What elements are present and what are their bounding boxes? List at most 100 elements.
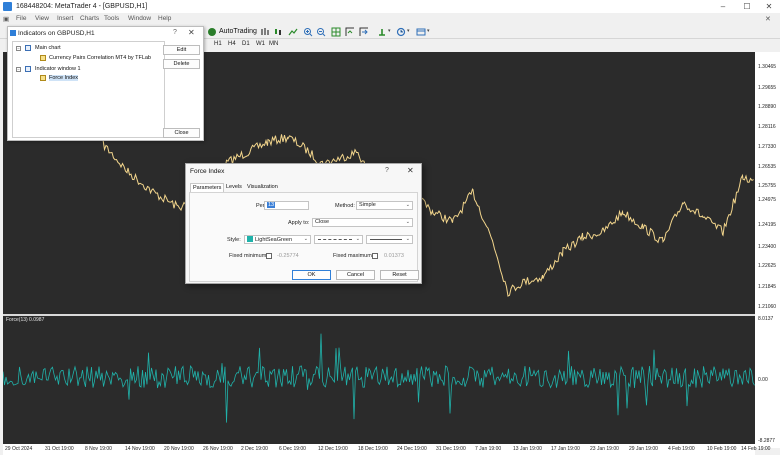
indicators-window-icon	[10, 30, 16, 36]
line-width-select[interactable]: ⌄	[366, 235, 413, 244]
timeframe-w1[interactable]: W1	[256, 41, 265, 47]
timeframe-h1[interactable]: H1	[214, 41, 222, 47]
title-bar: 168448204: MetaTrader 4 - [GBPUSD,H1] – …	[0, 0, 780, 13]
subwindow-icon	[25, 66, 31, 72]
chevron-down-icon: ⌄	[405, 236, 410, 242]
price-label: 1.28890	[758, 104, 777, 110]
price-label: 1.22625	[758, 263, 777, 269]
chevron-down-icon: ⌄	[355, 236, 360, 242]
templates-dropdown-icon[interactable]: ▾	[427, 28, 430, 34]
subwindow-separator[interactable]	[3, 314, 780, 316]
fixed-maximum-checkbox[interactable]	[372, 253, 378, 259]
mdi-close-icon[interactable]: ✕	[765, 15, 771, 23]
close-icon[interactable]: ✕	[759, 1, 779, 12]
price-scale[interactable]: 1.30465 1.29655 1.28890 1.28116 1.27330 …	[755, 52, 780, 448]
menu-view[interactable]: View	[35, 15, 49, 22]
help-icon[interactable]: ?	[173, 29, 177, 36]
time-label: 2 Dec 19:00	[241, 446, 268, 452]
line-chart-icon[interactable]	[288, 27, 298, 37]
indicators-icon[interactable]	[377, 27, 387, 37]
tile-windows-icon[interactable]	[331, 27, 341, 37]
line-style-preview	[318, 239, 352, 240]
menu-tools[interactable]: Tools	[104, 15, 119, 22]
time-label: 17 Jan 19:00	[551, 446, 580, 452]
minimize-icon[interactable]: –	[713, 1, 733, 12]
tab-parameters[interactable]: Parameters	[190, 183, 225, 192]
help-icon[interactable]: ?	[385, 167, 389, 174]
timeframe-h4[interactable]: H4	[228, 41, 236, 47]
delete-button[interactable]: Delete	[163, 59, 200, 69]
time-label: 7 Jan 19:00	[475, 446, 502, 452]
method-select[interactable]: Simple ⌄	[356, 201, 413, 210]
fixed-minimum-value[interactable]: -0.25774	[277, 253, 299, 259]
price-label: 1.24195	[758, 222, 777, 228]
zoom-in-icon[interactable]	[303, 27, 313, 37]
tab-levels[interactable]: Levels	[224, 183, 244, 192]
edit-button[interactable]: Edit	[163, 45, 200, 55]
fixed-minimum-checkbox[interactable]	[266, 253, 272, 259]
chevron-down-icon: ⌄	[405, 202, 410, 208]
price-label: 1.30465	[758, 64, 777, 70]
menu-insert[interactable]: Insert	[57, 15, 73, 22]
time-label: 20 Nov 19:00	[164, 446, 194, 452]
cancel-button[interactable]: Cancel	[336, 270, 375, 280]
candlestick-icon[interactable]	[273, 27, 283, 37]
close-icon[interactable]: ✕	[188, 28, 195, 37]
indicators-dropdown-icon[interactable]: ▾	[388, 28, 391, 34]
collapse-icon[interactable]: −	[16, 67, 21, 72]
ok-button[interactable]: OK	[292, 270, 331, 280]
menu-file-icon[interactable]: ▣	[3, 15, 9, 23]
bar-chart-icon[interactable]	[260, 27, 270, 37]
tree-item-currency-correlation[interactable]: Currency Pairs Correlation MT4 by TFLab	[49, 55, 151, 61]
chevron-down-icon: ⌄	[303, 236, 308, 242]
force-index-line	[3, 333, 755, 423]
period-input[interactable]: 13	[264, 201, 309, 210]
method-label: Method:	[335, 203, 355, 209]
time-axis[interactable]: 29 Oct 2024 31 Oct 19:00 8 Nov 19:00 14 …	[3, 444, 770, 455]
time-label: 14 Nov 19:00	[125, 446, 155, 452]
line-style-select[interactable]: ⌄	[314, 235, 363, 244]
menu-window[interactable]: Window	[128, 15, 151, 22]
timeframe-d1[interactable]: D1	[242, 41, 250, 47]
time-label: 8 Nov 19:00	[85, 446, 112, 452]
price-label: 1.23400	[758, 244, 777, 250]
time-label: 31 Dec 19:00	[436, 446, 466, 452]
tree-main-chart[interactable]: Main chart	[35, 45, 61, 51]
maximize-icon[interactable]: ☐	[737, 1, 757, 12]
tree-item-force-index[interactable]: Force Index	[49, 75, 79, 81]
menu-charts[interactable]: Charts	[80, 15, 99, 22]
tab-visualization[interactable]: Visualization	[245, 183, 280, 192]
templates-icon[interactable]	[416, 27, 426, 37]
sub-scale-label: 8.0137	[758, 316, 774, 322]
timeframe-mn[interactable]: MN	[269, 41, 278, 47]
zoom-out-icon[interactable]	[316, 27, 326, 37]
menu-file[interactable]: File	[16, 15, 26, 22]
apply-to-select[interactable]: Close ⌄	[312, 218, 413, 227]
style-color-name: LightSeaGreen	[255, 237, 292, 243]
collapse-icon[interactable]: −	[16, 46, 21, 51]
style-label: Style:	[227, 237, 241, 243]
time-label: 29 Jan 19:00	[629, 446, 658, 452]
sub-scale-label: 0.00	[758, 377, 768, 383]
chart-shift-icon[interactable]	[345, 27, 355, 37]
fixed-minimum-label: Fixed minimum	[229, 253, 267, 259]
chart-window-icon	[25, 45, 31, 51]
periods-dropdown-icon[interactable]: ▾	[407, 28, 410, 34]
menu-help[interactable]: Help	[158, 15, 171, 22]
tree-indicator-window-1[interactable]: Indicator window 1	[35, 66, 81, 72]
indicator-icon	[40, 55, 46, 61]
fixed-maximum-value[interactable]: 0.01373	[384, 253, 404, 259]
autotrading-button[interactable]: AutoTrading	[207, 26, 259, 38]
reset-button[interactable]: Reset	[380, 270, 419, 280]
price-label: 1.21845	[758, 284, 777, 290]
close-icon[interactable]: ✕	[407, 166, 414, 175]
chevron-down-icon: ⌄	[405, 219, 410, 225]
autoscroll-icon[interactable]	[359, 27, 369, 37]
time-label: 10 Feb 19:00	[707, 446, 737, 452]
price-label: 1.26535	[758, 164, 777, 170]
force-index-subwindow-label: Force(13) 0.0987	[6, 317, 45, 323]
apply-to-label: Apply to:	[288, 220, 310, 226]
style-color-select[interactable]: LightSeaGreen ⌄	[244, 235, 311, 244]
periods-icon[interactable]	[396, 27, 406, 37]
close-button[interactable]: Close	[163, 128, 200, 138]
